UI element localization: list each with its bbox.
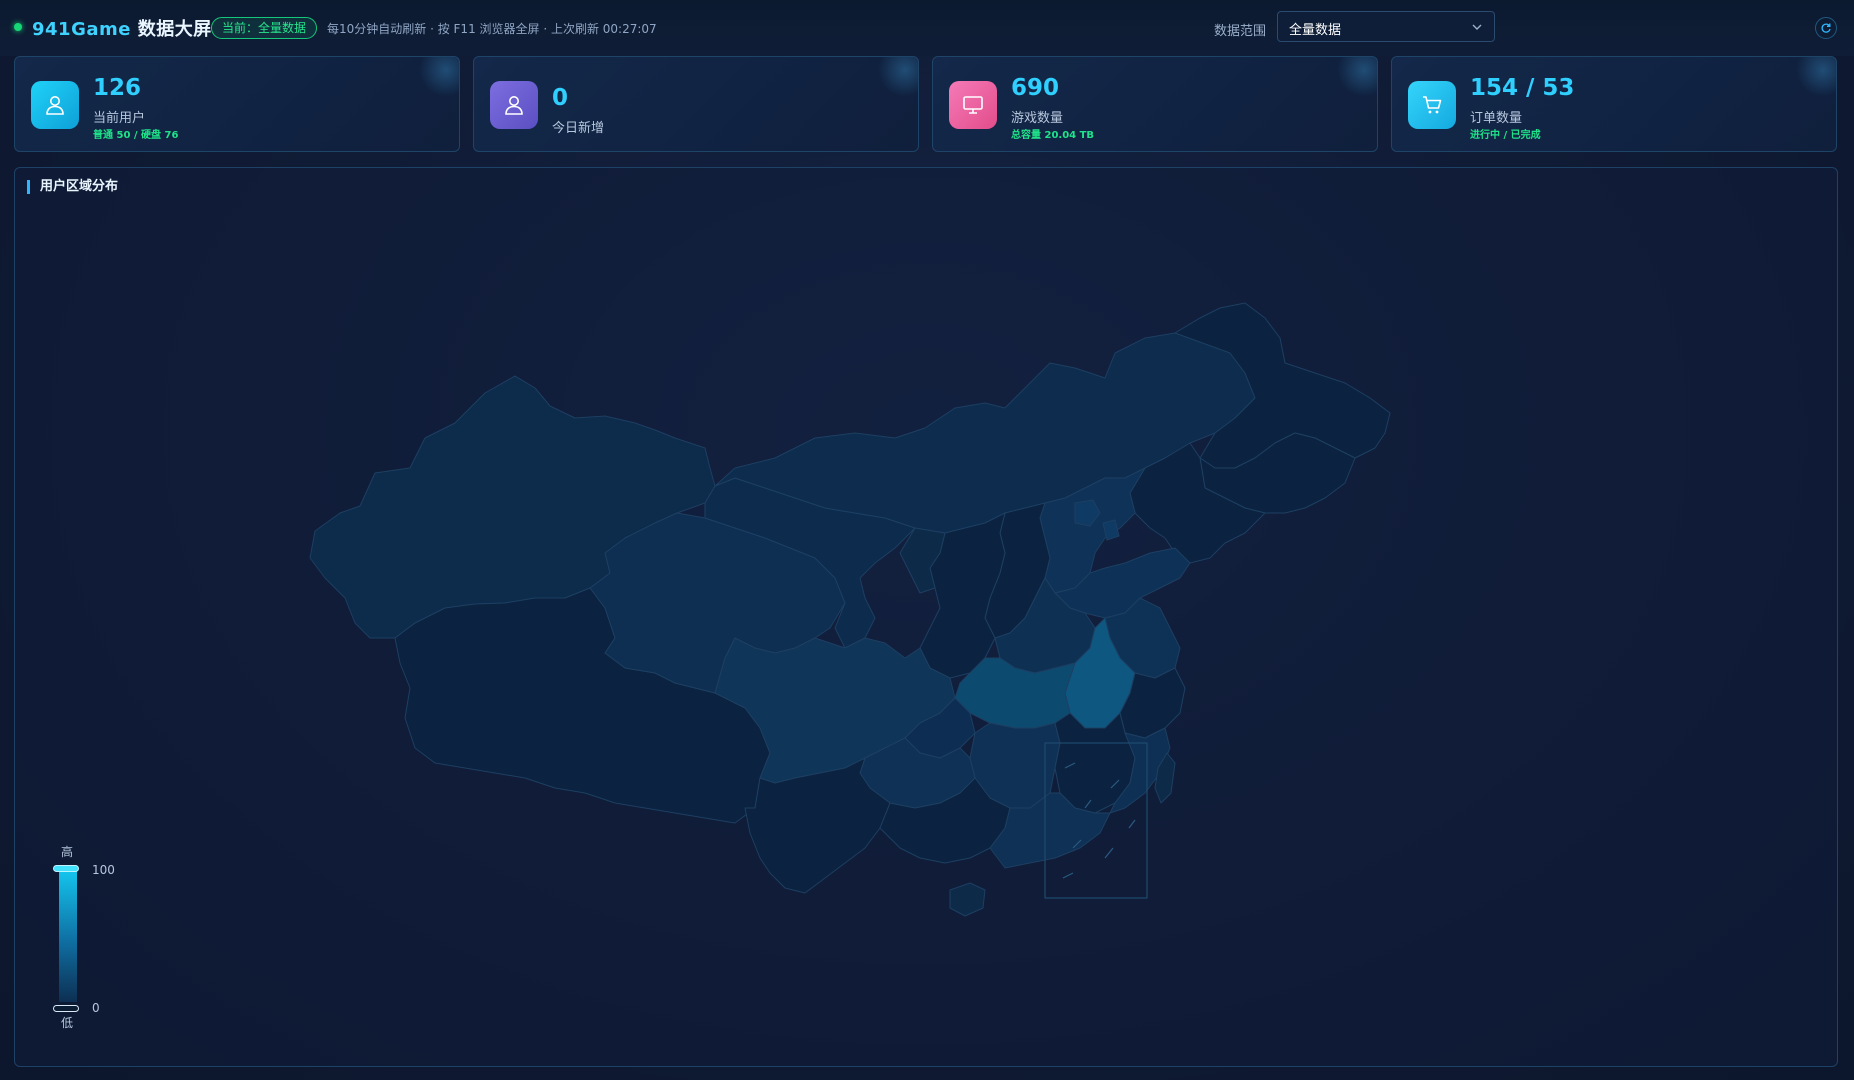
range-label: 数据范围: [1214, 24, 1267, 39]
cart-icon: [1423, 96, 1442, 114]
kpi-card-today-new: 0 今日新增: [473, 56, 919, 152]
monitor-icon: [963, 96, 983, 114]
kpi-card-orders: 154 / 53 订单数量 进行中 / 已完成: [1391, 56, 1837, 152]
legend-gradient-bar: [59, 868, 77, 1002]
range-select-value: 全量数据: [1289, 23, 1342, 38]
kpi-label: 今日新增: [552, 121, 605, 136]
range-select[interactable]: 全量数据: [1277, 11, 1495, 42]
kpi-sub: 总容量 20.04 TB: [1011, 130, 1095, 141]
kpi-icon-box: [1408, 81, 1456, 129]
kpi-value: 690: [1011, 75, 1060, 101]
title-brand: 941Game: [32, 19, 131, 40]
map-region: [949, 882, 986, 917]
top-bar: 941Game 数据大屏 当前：全量数据 每10分钟自动刷新 · 按 F11 浏…: [0, 0, 1854, 56]
kpi-card-current-users: 126 当前用户 普通 50 / 硬盘 76: [14, 56, 460, 152]
kpi-card-games: 690 游戏数量 总容量 20.04 TB: [932, 56, 1378, 152]
live-status-dot: [14, 23, 22, 31]
title-text: 数据大屏: [137, 19, 212, 40]
page-title: 941Game 数据大屏: [32, 15, 212, 41]
user-region-map-panel: 用户区域分布 高 100 0 低: [14, 167, 1838, 1067]
legend-min-handle[interactable]: [53, 1005, 79, 1012]
chevron-down-icon: [1472, 24, 1482, 30]
kpi-label: 当前用户: [93, 111, 146, 126]
legend-max-handle[interactable]: [53, 865, 79, 872]
user-icon: [505, 96, 523, 115]
refresh-button[interactable]: [1815, 17, 1837, 39]
kpi-icon-box: [31, 81, 79, 129]
scope-badge: 当前：全量数据: [211, 17, 318, 39]
kpi-value: 126: [93, 75, 142, 101]
kpi-icon-box: [490, 81, 538, 129]
kpi-label: 游戏数量: [1011, 111, 1064, 126]
china-choropleth-map[interactable]: [15, 168, 1837, 1066]
legend-max-value: 100: [92, 863, 115, 877]
refresh-icon: [1821, 23, 1831, 33]
legend-low-label: 低: [61, 1016, 74, 1030]
kpi-icon-box: [949, 81, 997, 129]
kpi-sub: 普通 50 / 硬盘 76: [93, 130, 179, 141]
kpi-value: 154 / 53: [1470, 75, 1575, 101]
legend-high-label: 高: [61, 845, 74, 859]
legend-min-value: 0: [92, 1001, 100, 1015]
user-icon: [46, 96, 64, 115]
kpi-value: 0: [552, 85, 569, 111]
kpi-sub: 进行中 / 已完成: [1470, 130, 1541, 141]
kpi-label: 订单数量: [1470, 111, 1523, 126]
refresh-info: 每10分钟自动刷新 · 按 F11 浏览器全屏 · 上次刷新 00:27:07: [327, 22, 657, 36]
